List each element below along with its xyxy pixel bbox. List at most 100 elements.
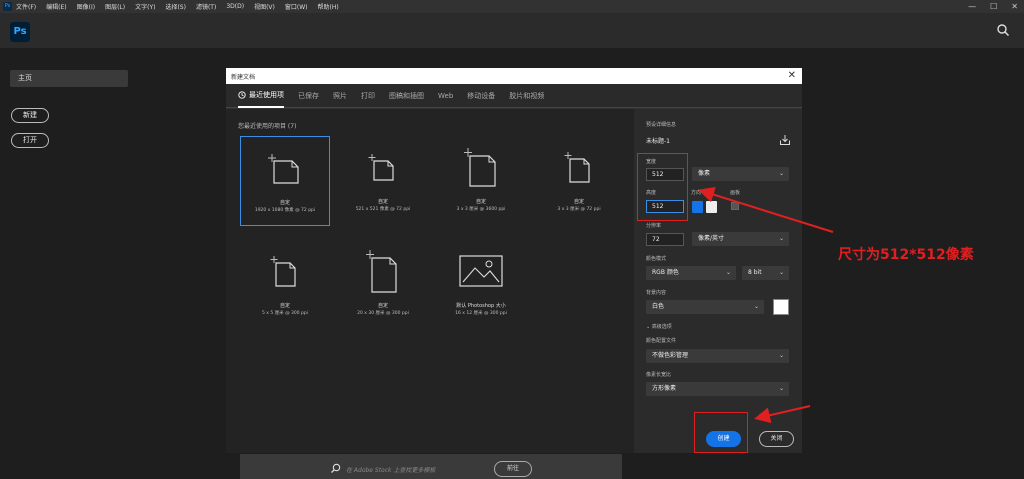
menu-view[interactable]: 视图(V) xyxy=(254,2,275,11)
document-name[interactable]: 未标题-1 xyxy=(646,136,670,145)
advanced-options-toggle[interactable]: ⌄ 高级选项 xyxy=(646,323,672,330)
create-highlight-box xyxy=(694,412,748,453)
chevron-down-icon: ⌄ xyxy=(778,385,784,392)
presets-label: 您最近使用的项目 (7) xyxy=(238,123,297,130)
preset-card[interactable]: 自定 5 x 5 厘米 @ 300 ppi xyxy=(240,240,330,330)
menu-type[interactable]: 文字(Y) xyxy=(135,2,155,11)
preset-info: 3 x 3 厘米 @ 72 ppi xyxy=(557,207,601,212)
window-controls: — ☐ ✕ xyxy=(968,0,1018,13)
menu-bar: Ps 文件(F) 编辑(E) 图像(I) 图层(L) 文字(Y) 选择(S) 滤… xyxy=(0,0,1024,13)
ps-mini-logo: Ps xyxy=(3,2,12,11)
preset-card[interactable]: 自定 521 x 521 像素 @ 72 ppi xyxy=(338,136,428,226)
tab-film-video[interactable]: 胶片和视频 xyxy=(509,84,544,108)
width-unit-select[interactable]: 像素 ⌄ xyxy=(692,167,789,181)
resolution-label: 分辨率 xyxy=(646,223,662,229)
tab-print[interactable]: 打印 xyxy=(361,84,375,108)
color-profile-select[interactable]: 不做色彩管理 ⌄ xyxy=(646,349,789,363)
save-preset-icon[interactable] xyxy=(779,134,791,146)
close-icon[interactable]: ✕ xyxy=(788,70,796,82)
tab-web[interactable]: Web xyxy=(438,84,453,108)
document-icon xyxy=(564,152,590,183)
search-icon[interactable] xyxy=(996,23,1010,37)
preset-info: 5 x 5 厘米 @ 300 ppi xyxy=(261,311,309,316)
background-color-swatch[interactable] xyxy=(773,299,789,315)
tab-mobile[interactable]: 移动设备 xyxy=(467,84,495,108)
background-select[interactable]: 白色 ⌄ xyxy=(646,300,764,314)
open-button[interactable]: 打开 xyxy=(11,133,49,148)
preset-card[interactable]: 自定 3 x 3 厘米 @ 72 ppi xyxy=(534,136,624,226)
menu-3d[interactable]: 3D(D) xyxy=(226,3,244,10)
new-button[interactable]: 新建 xyxy=(11,108,49,123)
preset-card[interactable]: 自定 3 x 3 厘米 @ 3600 ppi xyxy=(436,136,526,226)
portrait-orientation-button[interactable] xyxy=(692,201,703,213)
close-window-button[interactable]: ✕ xyxy=(1011,2,1018,11)
tab-photo[interactable]: 照片 xyxy=(333,84,347,108)
chevron-down-icon: ⌄ xyxy=(778,269,784,276)
resolution-unit-select[interactable]: 像素/英寸 ⌄ xyxy=(692,232,789,246)
sidebar-item-home[interactable]: 主页 xyxy=(10,70,128,87)
dialog-titlebar: 新建文档 ✕ xyxy=(226,68,802,84)
pixel-aspect-label: 像素长宽比 xyxy=(646,372,672,378)
document-icon xyxy=(366,250,397,293)
chevron-down-icon: ⌄ xyxy=(753,303,759,310)
menu-select[interactable]: 选择(S) xyxy=(165,2,186,11)
image-icon xyxy=(459,255,503,287)
document-icon xyxy=(368,154,394,181)
bit-depth-select[interactable]: 8 bit ⌄ xyxy=(742,266,789,280)
color-mode-select[interactable]: RGB 颜色 ⌄ xyxy=(646,266,736,280)
tab-label: 最近使用项 xyxy=(249,90,284,99)
background-value: 白色 xyxy=(652,303,665,310)
stock-search-placeholder[interactable]: 在 Adobe Stock 上查找更多模板 xyxy=(346,465,435,474)
stock-go-button[interactable]: 前往 xyxy=(494,461,532,477)
ps-logo: Ps xyxy=(10,22,30,42)
size-highlight-box xyxy=(637,153,688,221)
bit-depth-value: 8 bit xyxy=(748,269,762,276)
search-icon xyxy=(331,463,341,473)
preset-name: 默认 Photoshop 大小 xyxy=(456,303,506,309)
menu-help[interactable]: 帮助(H) xyxy=(318,2,339,11)
minimize-button[interactable]: — xyxy=(968,2,976,11)
document-icon xyxy=(270,256,296,287)
tab-saved[interactable]: 已保存 xyxy=(298,84,319,108)
document-icon xyxy=(268,154,299,184)
menu-file[interactable]: 文件(F) xyxy=(16,2,36,11)
preset-info: 20 x 30 厘米 @ 300 ppi xyxy=(357,311,409,316)
resolution-input[interactable]: 72 xyxy=(646,233,684,246)
pixel-aspect-select[interactable]: 方形像素 ⌄ xyxy=(646,382,789,396)
preset-name: 自定 xyxy=(279,303,290,309)
artboard-label: 画板 xyxy=(730,190,741,196)
artboard-checkbox[interactable] xyxy=(731,202,739,210)
color-profile-value: 不做色彩管理 xyxy=(652,352,689,359)
preset-card[interactable]: 自定 20 x 30 厘米 @ 300 ppi xyxy=(338,240,428,330)
pixel-aspect-value: 方形像素 xyxy=(652,385,677,392)
new-document-dialog: 新建文档 ✕ 最近使用项 已保存 照片 打印 图稿和插图 Web 移动设备 胶片… xyxy=(226,68,802,479)
advanced-options-label: 高级选项 xyxy=(651,324,672,330)
tab-recent[interactable]: 最近使用项 xyxy=(238,84,284,108)
tab-art-illustration[interactable]: 图稿和插图 xyxy=(389,84,424,108)
preset-name: 自定 xyxy=(377,199,388,205)
dialog-title: 新建文档 xyxy=(231,74,256,81)
preset-tabs: 最近使用项 已保存 照片 打印 图稿和插图 Web 移动设备 胶片和视频 xyxy=(226,84,802,108)
menu-filter[interactable]: 滤镜(T) xyxy=(196,2,216,11)
color-profile-label: 颜色配置文件 xyxy=(646,338,677,344)
presets-panel: 您最近使用的项目 (7) 自定 1920 x 1080 像素 @ 72 ppi … xyxy=(226,109,634,479)
menu-edit[interactable]: 编辑(E) xyxy=(46,2,66,11)
clock-icon xyxy=(238,90,246,99)
preset-info: 521 x 521 像素 @ 72 ppi xyxy=(355,207,411,212)
details-section-label: 预设详细信息 xyxy=(646,122,677,128)
app-bar xyxy=(0,13,1024,48)
preset-card[interactable]: 自定 1920 x 1080 像素 @ 72 ppi xyxy=(240,136,330,226)
orientation-label: 方向 xyxy=(691,190,702,196)
close-button[interactable]: 关闭 xyxy=(759,431,794,447)
maximize-button[interactable]: ☐ xyxy=(990,2,997,11)
document-icon xyxy=(464,148,496,187)
landscape-orientation-button[interactable] xyxy=(706,201,717,213)
background-label: 背景内容 xyxy=(646,290,667,296)
chevron-down-icon: ⌄ xyxy=(725,269,731,276)
menu-layer[interactable]: 图层(L) xyxy=(105,2,125,11)
menu-window[interactable]: 窗口(W) xyxy=(285,2,308,11)
preset-name: 自定 xyxy=(573,199,584,205)
preset-name: 自定 xyxy=(475,199,486,205)
preset-card[interactable]: 默认 Photoshop 大小 16 x 12 厘米 @ 300 ppi xyxy=(436,240,526,330)
menu-image[interactable]: 图像(I) xyxy=(77,2,95,11)
